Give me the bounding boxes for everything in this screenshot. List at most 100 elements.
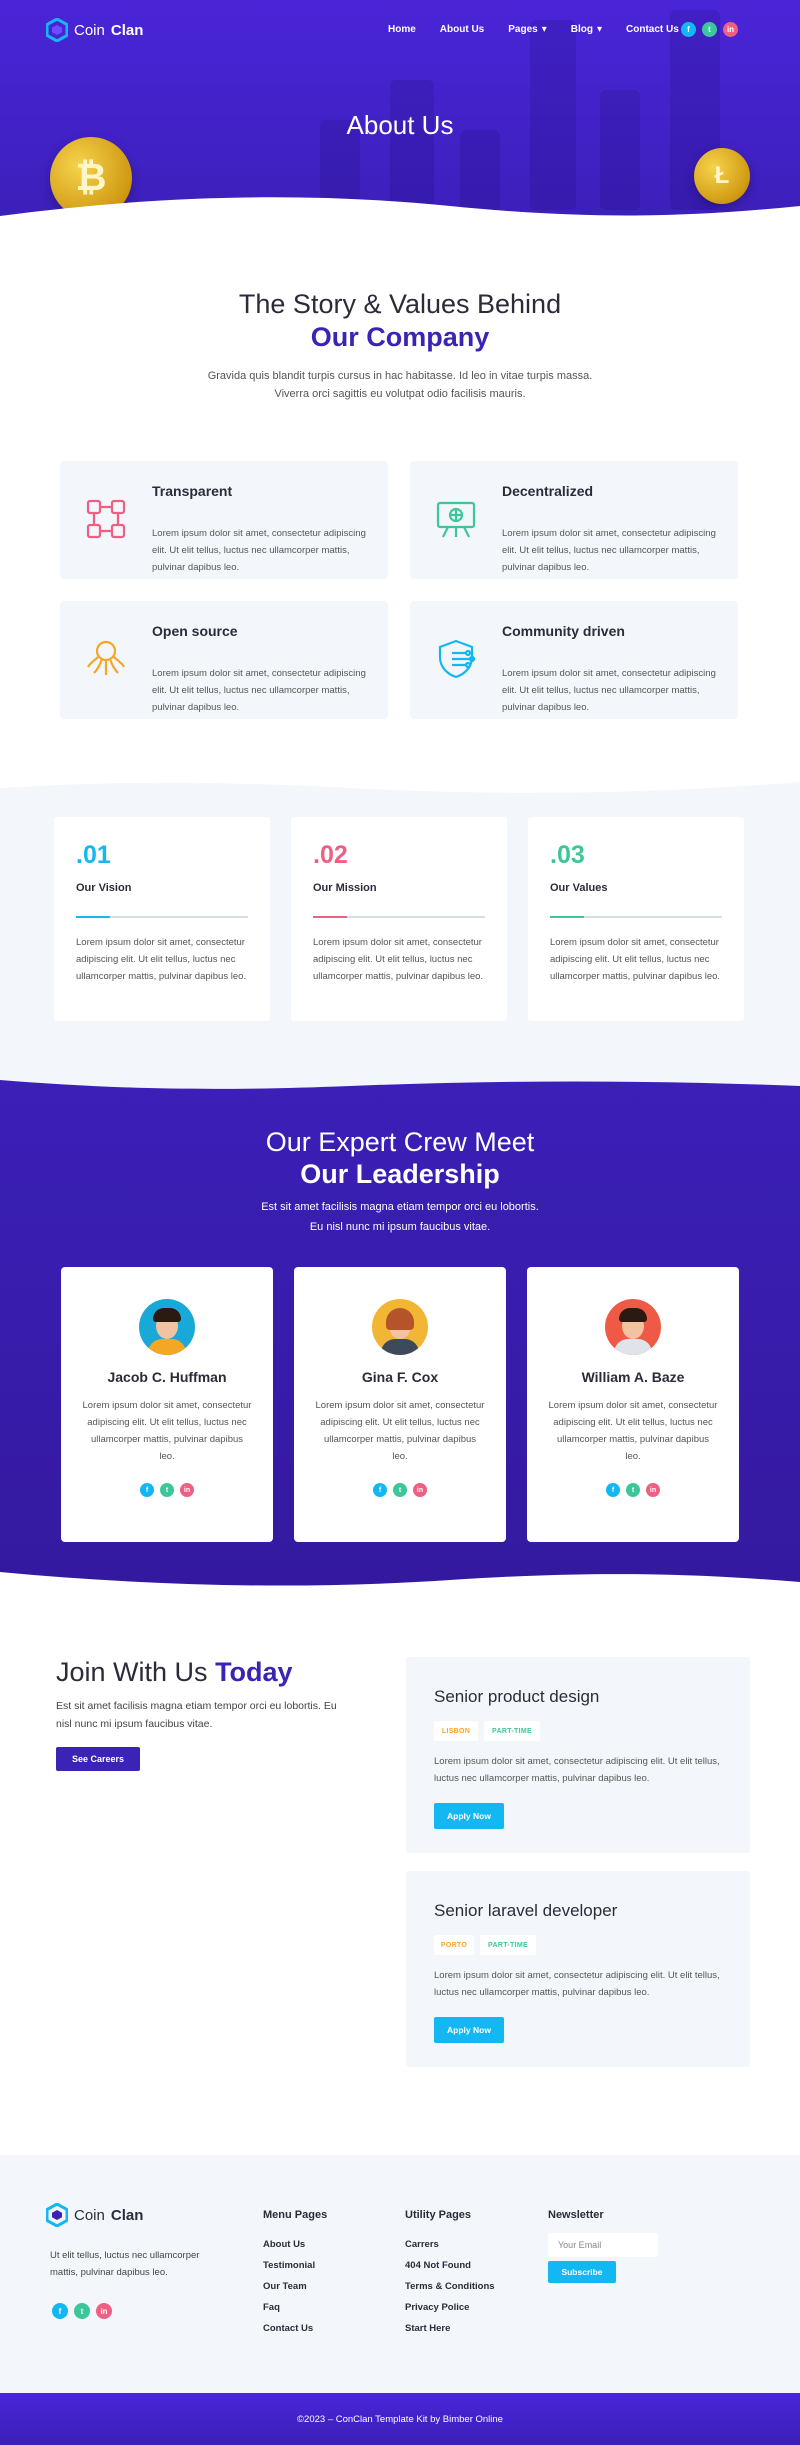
twitter-icon[interactable]: t <box>74 2303 90 2319</box>
feature-text: Lorem ipsum dolor sit amet, consectetur … <box>152 668 366 713</box>
hexagon-logo-icon <box>46 2203 68 2227</box>
twitter-icon[interactable]: t <box>393 1483 407 1497</box>
chevron-down-icon: ▾ <box>596 24 602 35</box>
nav-pages-label: Pages <box>508 24 538 35</box>
avatar <box>372 1299 428 1355</box>
nav-blog[interactable]: Blog ▾ <box>571 24 602 35</box>
twitter-icon[interactable]: t <box>626 1483 640 1497</box>
job-title: Senior product design <box>434 1687 600 1706</box>
subscribe-button[interactable]: Subscribe <box>548 2261 616 2283</box>
job-description: Lorem ipsum dolor sit amet, consectetur … <box>434 1756 720 1784</box>
careers-title: Join With Us Today <box>56 1657 293 1688</box>
footer-link-carrers[interactable]: Carrers <box>405 2239 495 2260</box>
footer-newsletter: Newsletter Your Email Subscribe <box>548 2209 658 2283</box>
feature-title: Decentralized <box>502 483 594 499</box>
careers-text: Est sit amet facilisis magna etiam tempo… <box>56 1700 337 1730</box>
value-title: Our Values <box>550 882 608 894</box>
copyright-text: ©2023 – ConClan Template Kit by Bimber O… <box>297 2413 503 2425</box>
feature-card-community-driven: Community driven Lorem ipsum dolor sit a… <box>410 601 738 719</box>
footer-link-faq[interactable]: Faq <box>263 2302 327 2323</box>
footer-column-title: Newsletter <box>548 2209 604 2221</box>
value-text: Lorem ipsum dolor sit amet, consectetur … <box>313 937 484 982</box>
nav-pages[interactable]: Pages ▾ <box>508 24 547 35</box>
see-careers-button[interactable]: See Careers <box>56 1747 140 1771</box>
footer-column-title: Utility Pages <box>405 2209 472 2221</box>
nav-about-us[interactable]: About Us <box>440 24 484 35</box>
value-card-values: .03 Our Values Lorem ipsum dolor sit ame… <box>528 817 744 1021</box>
footer-link-terms[interactable]: Terms & Conditions <box>405 2281 495 2302</box>
linkedin-icon[interactable]: in <box>413 1483 427 1497</box>
member-name: William A. Baze <box>581 1369 685 1385</box>
copyright-bar: ©2023 – ConClan Template Kit by Bimber O… <box>0 2393 800 2445</box>
linkedin-icon[interactable]: in <box>180 1483 194 1497</box>
presentation-icon <box>436 501 476 538</box>
footer-link-about-us[interactable]: About Us <box>263 2239 327 2260</box>
team-card: Gina F. Cox Lorem ipsum dolor sit amet, … <box>294 1267 506 1542</box>
facebook-icon[interactable]: f <box>373 1483 387 1497</box>
avatar <box>605 1299 661 1355</box>
linkedin-icon[interactable]: in <box>723 22 738 37</box>
linkedin-icon[interactable]: in <box>646 1483 660 1497</box>
values-section: .01 Our Vision Lorem ipsum dolor sit ame… <box>0 774 800 1075</box>
footer-column-title: Menu Pages <box>263 2209 328 2221</box>
footer-link-our-team[interactable]: Our Team <box>263 2281 327 2302</box>
team-subtitle: Est sit amet facilisis magna etiam tempo… <box>0 1197 800 1237</box>
value-divider <box>76 916 248 918</box>
team-top-wave <box>0 1075 800 1089</box>
value-title: Our Mission <box>313 882 377 894</box>
careers-title-text: Join With Us <box>56 1657 208 1687</box>
value-text: Lorem ipsum dolor sit amet, consectetur … <box>550 937 721 982</box>
nav-blog-label: Blog <box>570 24 593 35</box>
footer-link-testimonial[interactable]: Testimonial <box>263 2260 327 2281</box>
nav-contact-label: Contact Us <box>626 24 679 35</box>
careers-section: Join With Us Today Est sit amet facilisi… <box>0 1595 800 2155</box>
value-title: Our Vision <box>76 882 132 894</box>
feature-title: Transparent <box>152 483 233 499</box>
feature-title: Open source <box>152 623 238 639</box>
avatar <box>139 1299 195 1355</box>
twitter-icon[interactable]: t <box>702 22 717 37</box>
feature-card-transparent: Transparent Lorem ipsum dolor sit amet, … <box>60 461 388 579</box>
nav-home-label: Home <box>388 24 416 35</box>
footer-link-start-here[interactable]: Start Here <box>405 2323 495 2344</box>
job-type-badge: PART-TIME <box>484 1721 540 1741</box>
value-divider <box>313 916 485 918</box>
feature-card-open-source: Open source Lorem ipsum dolor sit amet, … <box>60 601 388 719</box>
facebook-icon[interactable]: f <box>140 1483 154 1497</box>
network-icon <box>86 499 126 539</box>
twitter-icon[interactable]: t <box>160 1483 174 1497</box>
facebook-icon[interactable]: f <box>606 1483 620 1497</box>
value-text: Lorem ipsum dolor sit amet, consectetur … <box>76 937 247 982</box>
team-card: Jacob C. Huffman Lorem ipsum dolor sit a… <box>61 1267 273 1542</box>
feature-title: Community driven <box>502 623 625 639</box>
member-bio: Lorem ipsum dolor sit amet, consectetur … <box>315 1400 485 1462</box>
nav-about-label: About Us <box>439 24 485 35</box>
footer-link-privacy[interactable]: Privacy Police <box>405 2302 495 2323</box>
value-card-vision: .01 Our Vision Lorem ipsum dolor sit ame… <box>54 817 270 1021</box>
feature-card-decentralized: Decentralized Lorem ipsum dolor sit amet… <box>410 461 738 579</box>
feature-text: Lorem ipsum dolor sit amet, consectetur … <box>502 528 716 573</box>
linkedin-icon[interactable]: in <box>96 2303 112 2319</box>
footer-social-links: f t in <box>52 2303 112 2319</box>
nav-home[interactable]: Home <box>388 24 416 35</box>
job-card: Senior laravel developer PORTO PART-TIME… <box>406 1871 750 2067</box>
footer-about-text: Ut elit tellus, luctus nec ullamcorper m… <box>50 2250 200 2278</box>
brand-logo[interactable]: Coin Clan <box>46 18 143 42</box>
brand-name-bold: Clan <box>110 2206 144 2224</box>
value-number: .03 <box>550 841 585 869</box>
facebook-icon[interactable]: f <box>52 2303 68 2319</box>
nav-contact-us[interactable]: Contact Us <box>626 24 679 35</box>
apply-now-button[interactable]: Apply Now <box>434 2017 504 2043</box>
facebook-icon[interactable]: f <box>681 22 696 37</box>
member-name: Gina F. Cox <box>361 1369 439 1385</box>
footer-link-contact-us[interactable]: Contact Us <box>263 2323 327 2344</box>
brand-name-light: Coin <box>74 2206 105 2224</box>
apply-now-button[interactable]: Apply Now <box>434 1803 504 1829</box>
team-title-accent: Our Leadership <box>300 1159 500 1189</box>
team-grid: Jacob C. Huffman Lorem ipsum dolor sit a… <box>61 1267 739 1542</box>
footer-link-404[interactable]: 404 Not Found <box>405 2260 495 2281</box>
newsletter-email-input[interactable]: Your Email <box>548 2233 658 2257</box>
footer-brand-logo[interactable]: Coin Clan <box>46 2203 143 2227</box>
story-title: The Story & Values Behind <box>238 289 562 319</box>
hero-wave-divider <box>0 197 800 235</box>
